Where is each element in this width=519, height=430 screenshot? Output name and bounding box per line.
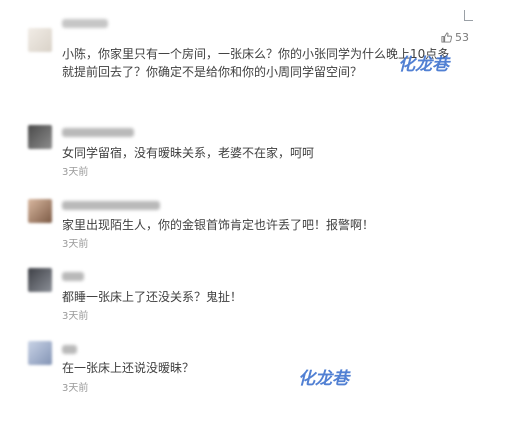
username-blurred[interactable] xyxy=(62,272,84,281)
comment-text: 女同学留宿，没有暧昧关系，老婆不在家，呵呵 xyxy=(62,146,315,160)
avatar[interactable] xyxy=(28,125,52,149)
avatar[interactable] xyxy=(28,28,52,52)
username-blurred[interactable] xyxy=(62,345,77,354)
watermark-logo: 化龙巷 xyxy=(398,55,449,75)
comment-feed: 53 小陈，你家里只有一个房间，一张床么？你的小张同学为什么晚上10点多就提前回… xyxy=(0,0,519,430)
like-button[interactable]: 53 xyxy=(441,31,469,44)
thumbs-up-icon xyxy=(441,32,452,43)
avatar[interactable] xyxy=(28,268,52,292)
avatar[interactable] xyxy=(28,341,52,365)
watermark-logo: 化龙巷 xyxy=(298,369,349,389)
username-blurred[interactable] xyxy=(62,19,108,28)
comment-text: 家里出现陌生人，你的金银首饰肯定也许丢了吧！报警啊！ xyxy=(62,218,375,232)
username-blurred[interactable] xyxy=(62,201,160,210)
timestamp: 3天前 xyxy=(62,239,89,250)
timestamp: 3天前 xyxy=(62,383,89,394)
timestamp: 3天前 xyxy=(62,311,89,322)
like-count: 53 xyxy=(455,31,469,44)
timestamp: 3天前 xyxy=(62,167,89,178)
comment-text: 都睡一张床上了还没关系？鬼扯！ xyxy=(62,290,243,304)
username-blurred[interactable] xyxy=(62,128,134,137)
corner-bracket-icon xyxy=(464,10,473,21)
avatar[interactable] xyxy=(28,199,52,223)
comment-text: 在一张床上还说没暧昧？ xyxy=(62,361,195,375)
